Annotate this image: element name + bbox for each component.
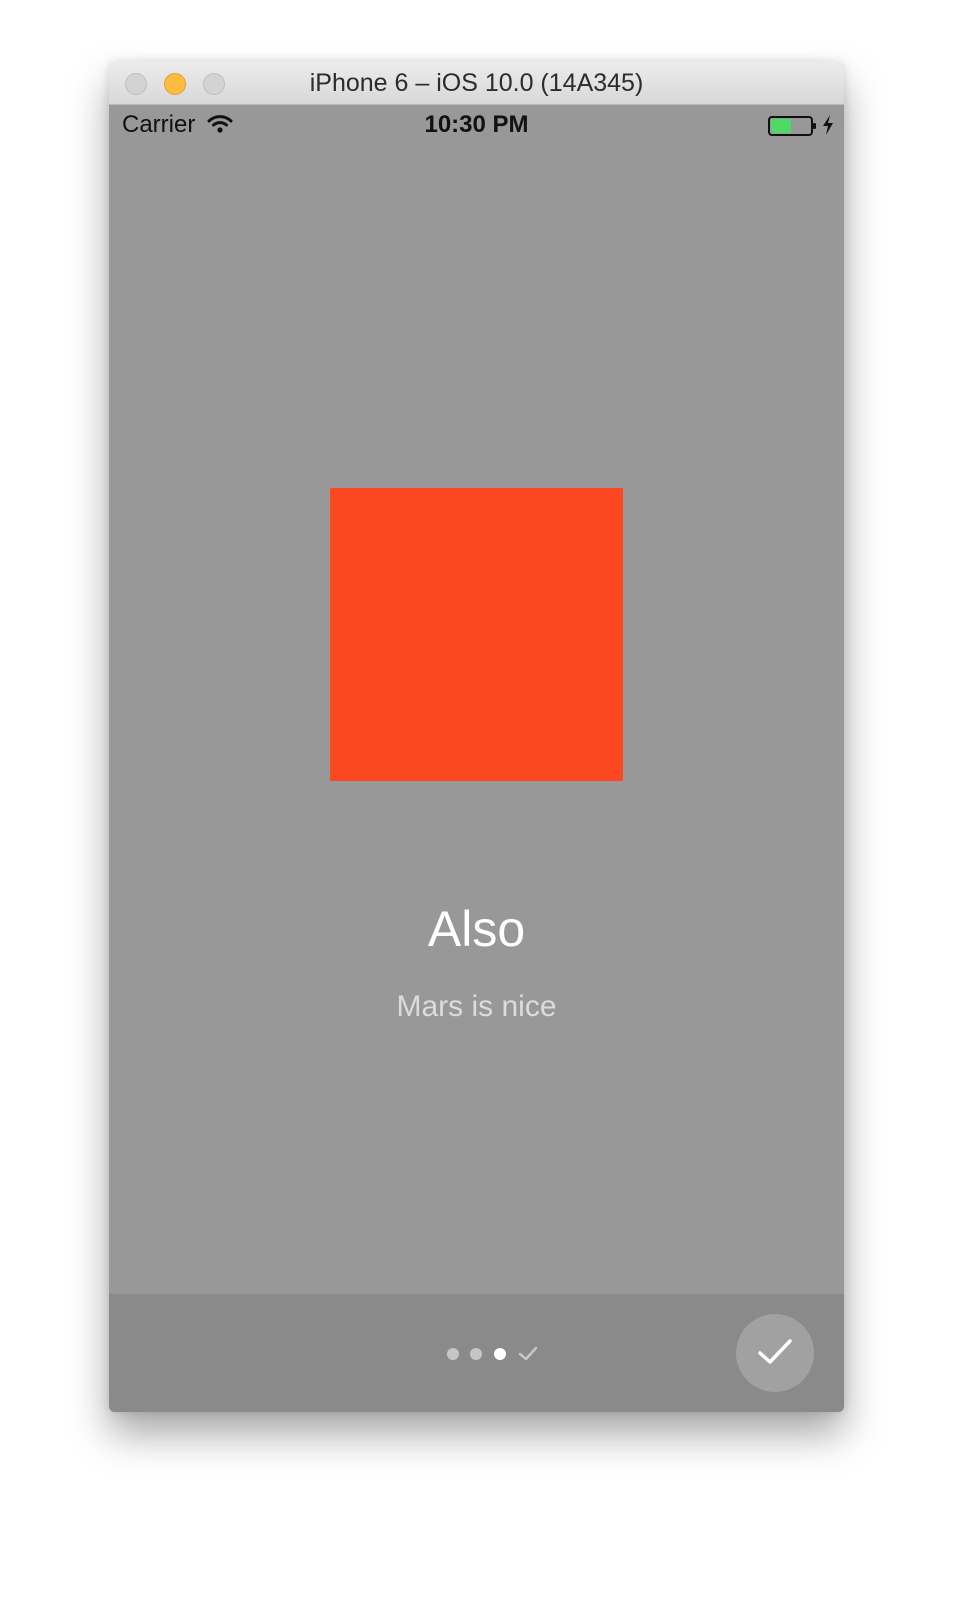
status-time: 10:30 PM [424, 111, 529, 138]
checkmark-icon[interactable] [518, 1346, 538, 1367]
slide-image [330, 488, 623, 781]
page-indicator-dot-current[interactable] [494, 1348, 506, 1360]
window-title: iPhone 6 – iOS 10.0 (14A345) [309, 69, 644, 97]
status-bar: Carrier 10:30 PM [109, 105, 844, 145]
page-indicator-dot-1[interactable] [447, 1348, 459, 1360]
device-screen: Carrier 10:30 PM Also Mars is nice [109, 105, 844, 1412]
onboarding-bottom-bar [109, 1294, 844, 1412]
page-indicator-dot-2[interactable] [470, 1348, 482, 1360]
slide-title: Also [427, 901, 526, 957]
simulator-window: iPhone 6 – iOS 10.0 (14A345) Carrier 10:… [109, 62, 844, 1412]
slide-subtitle: Mars is nice [396, 990, 557, 1023]
done-button[interactable] [736, 1314, 814, 1392]
checkmark-icon [758, 1339, 792, 1364]
charging-bolt-icon [821, 114, 835, 141]
battery-icon [768, 116, 818, 141]
window-titlebar[interactable]: iPhone 6 – iOS 10.0 (14A345) [109, 62, 844, 105]
